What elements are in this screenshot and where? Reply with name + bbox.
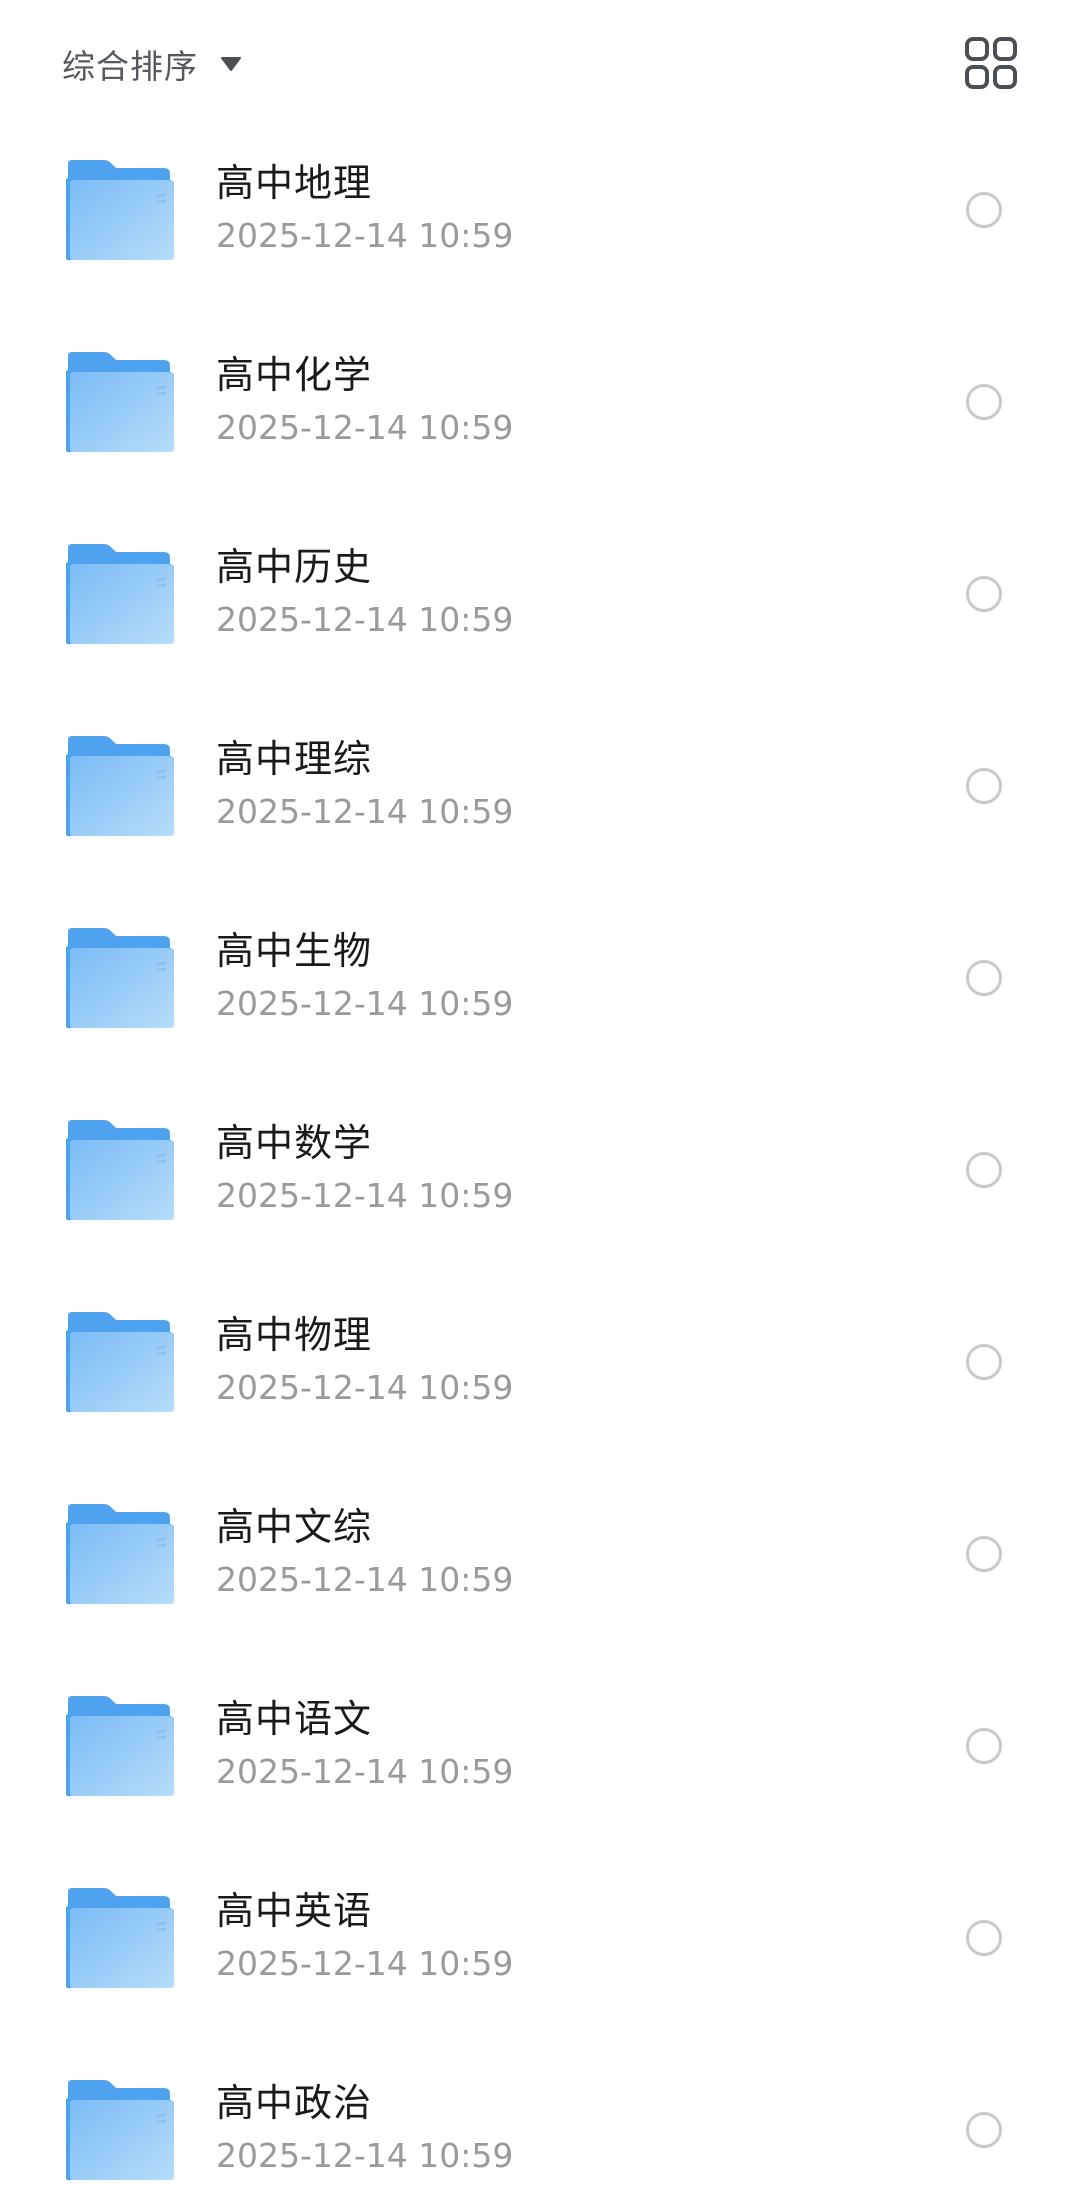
folder-name: 高中政治	[216, 2081, 373, 2125]
folder-date: 2025-12-14 10:59	[216, 1752, 514, 1791]
select-radio[interactable]	[966, 1152, 1002, 1188]
folder-name: 高中地理	[216, 161, 373, 205]
folder-icon	[66, 2080, 174, 2180]
folder-name: 高中理综	[216, 737, 373, 781]
folder-row[interactable]: 高中语文 2025-12-14 10:59	[0, 1656, 1080, 1848]
caret-down-icon	[221, 57, 241, 71]
sort-dropdown[interactable]: 综合排序	[62, 38, 242, 90]
select-radio[interactable]	[966, 960, 1002, 996]
folder-icon	[66, 352, 174, 452]
list-toolbar: 综合排序	[0, 0, 1080, 120]
select-radio[interactable]	[966, 192, 1002, 228]
folder-date: 2025-12-14 10:59	[216, 792, 514, 831]
folder-row[interactable]: 高中理综 2025-12-14 10:59	[0, 696, 1080, 888]
folder-row[interactable]: 高中地理 2025-12-14 10:59	[0, 120, 1080, 312]
folder-name: 高中历史	[216, 545, 373, 589]
folder-date: 2025-12-14 10:59	[216, 1560, 514, 1599]
folder-date: 2025-12-14 10:59	[216, 216, 514, 255]
folder-icon	[66, 1696, 174, 1796]
folder-row[interactable]: 高中英语 2025-12-14 10:59	[0, 1848, 1080, 2040]
folder-name: 高中化学	[216, 353, 373, 397]
folder-name: 高中文综	[216, 1505, 373, 1549]
folder-name: 高中数学	[216, 1121, 373, 1165]
folder-row[interactable]: 高中数学 2025-12-14 10:59	[0, 1080, 1080, 1272]
file-browser-screen: 综合排序 高中地理 2025-12-14 10:59 高中化学 2025-12-…	[0, 0, 1080, 2211]
folder-icon	[66, 1888, 174, 1988]
folder-name: 高中物理	[216, 1313, 373, 1357]
folder-row[interactable]: 高中历史 2025-12-14 10:59	[0, 504, 1080, 696]
select-radio[interactable]	[966, 2112, 1002, 2148]
folder-name: 高中英语	[216, 1889, 373, 1933]
folder-row[interactable]: 高中生物 2025-12-14 10:59	[0, 888, 1080, 1080]
folder-date: 2025-12-14 10:59	[216, 1944, 514, 1983]
folder-date: 2025-12-14 10:59	[216, 1176, 514, 1215]
folder-date: 2025-12-14 10:59	[216, 408, 514, 447]
folder-date: 2025-12-14 10:59	[216, 984, 514, 1023]
select-radio[interactable]	[966, 1344, 1002, 1380]
folder-date: 2025-12-14 10:59	[216, 1368, 514, 1407]
folder-icon	[66, 160, 174, 260]
select-radio[interactable]	[966, 1920, 1002, 1956]
select-radio[interactable]	[966, 768, 1002, 804]
folder-icon	[66, 544, 174, 644]
folder-icon	[66, 928, 174, 1028]
folder-icon	[66, 736, 174, 836]
select-radio[interactable]	[966, 1728, 1002, 1764]
folder-name: 高中语文	[216, 1697, 373, 1741]
sort-label: 综合排序	[62, 47, 198, 86]
select-radio[interactable]	[966, 384, 1002, 420]
folder-date: 2025-12-14 10:59	[216, 600, 514, 639]
folder-row[interactable]: 高中化学 2025-12-14 10:59	[0, 312, 1080, 504]
folder-row[interactable]: 高中文综 2025-12-14 10:59	[0, 1464, 1080, 1656]
select-radio[interactable]	[966, 576, 1002, 612]
folder-icon	[66, 1120, 174, 1220]
folder-icon	[66, 1504, 174, 1604]
folder-row[interactable]: 高中政治 2025-12-14 10:59	[0, 2040, 1080, 2211]
folder-icon	[66, 1312, 174, 1412]
folder-date: 2025-12-14 10:59	[216, 2136, 514, 2175]
grid-view-icon[interactable]	[964, 36, 1018, 90]
select-radio[interactable]	[966, 1536, 1002, 1572]
folder-name: 高中生物	[216, 929, 373, 973]
folder-row[interactable]: 高中物理 2025-12-14 10:59	[0, 1272, 1080, 1464]
